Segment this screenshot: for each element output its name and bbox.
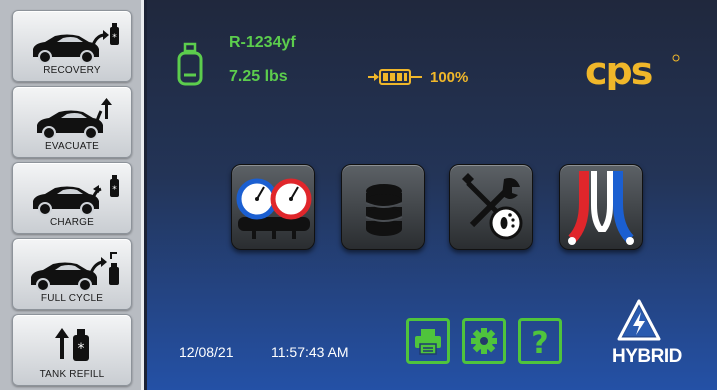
svg-text:cps: cps: [585, 50, 652, 90]
manifold-gauges-button[interactable]: [231, 164, 315, 250]
high-voltage-warning-icon: [617, 299, 661, 341]
print-button[interactable]: [406, 318, 450, 364]
svg-text:?: ?: [531, 326, 548, 357]
svg-text:*: *: [112, 185, 117, 195]
hoses-icon: [568, 171, 634, 245]
battery-icon: [368, 69, 422, 85]
recovery-button[interactable]: * RECOVERY: [12, 10, 132, 82]
refrigerant-tank-icon: [177, 42, 203, 86]
database-button[interactable]: [341, 164, 425, 250]
sidebar-item-label: FULL CYCLE: [40, 293, 104, 304]
svg-text:*: *: [112, 33, 117, 43]
sidebar-item-label: EVACUATE: [44, 141, 100, 152]
svg-text:*: *: [78, 341, 85, 357]
full-cycle-button[interactable]: FULL CYCLE: [12, 238, 132, 310]
car-recovery-icon: *: [33, 23, 119, 64]
battery-percentage: 100%: [430, 69, 469, 86]
sidebar-item-label: RECOVERY: [43, 65, 101, 76]
database-icon: [365, 184, 403, 236]
hoses-button[interactable]: [559, 164, 643, 250]
car-evacuate-icon: [37, 98, 112, 140]
gear-icon: [471, 328, 497, 354]
main-panel: R-1234yf 7.25 lbs 100% cps 12/08/21 11:5…: [147, 0, 717, 390]
car-full-cycle-icon: [31, 252, 119, 292]
car-charge-icon: *: [33, 175, 119, 216]
help-icon: ?: [531, 326, 548, 357]
sidebar-item-label: CHARGE: [50, 217, 94, 228]
cps-logo: cps: [585, 50, 680, 90]
service-tools-button[interactable]: [449, 164, 533, 250]
hybrid-label: HYBRID: [612, 346, 682, 367]
tank-refill-button[interactable]: * TANK REFILL: [12, 314, 132, 386]
settings-button[interactable]: [462, 318, 506, 364]
current-date: 12/08/21: [179, 344, 234, 360]
sidebar-item-label: TANK REFILL: [39, 369, 105, 380]
tank-weight: 7.25 lbs: [229, 68, 288, 85]
tank-refill-icon: *: [55, 328, 89, 361]
refrigerant-type: R-1234yf: [229, 34, 296, 51]
evacuate-button[interactable]: EVACUATE: [12, 86, 132, 158]
service-tools-icon: [462, 173, 523, 240]
help-button[interactable]: ?: [518, 318, 562, 364]
mode-sidebar: * RECOVERY EVACUATE * CHARGE FULL CYCLE …: [0, 0, 144, 390]
charge-button[interactable]: * CHARGE: [12, 162, 132, 234]
manifold-gauges-icon: [236, 178, 312, 239]
printer-icon: [415, 329, 441, 355]
current-time: 11:57:43 AM: [271, 344, 349, 360]
